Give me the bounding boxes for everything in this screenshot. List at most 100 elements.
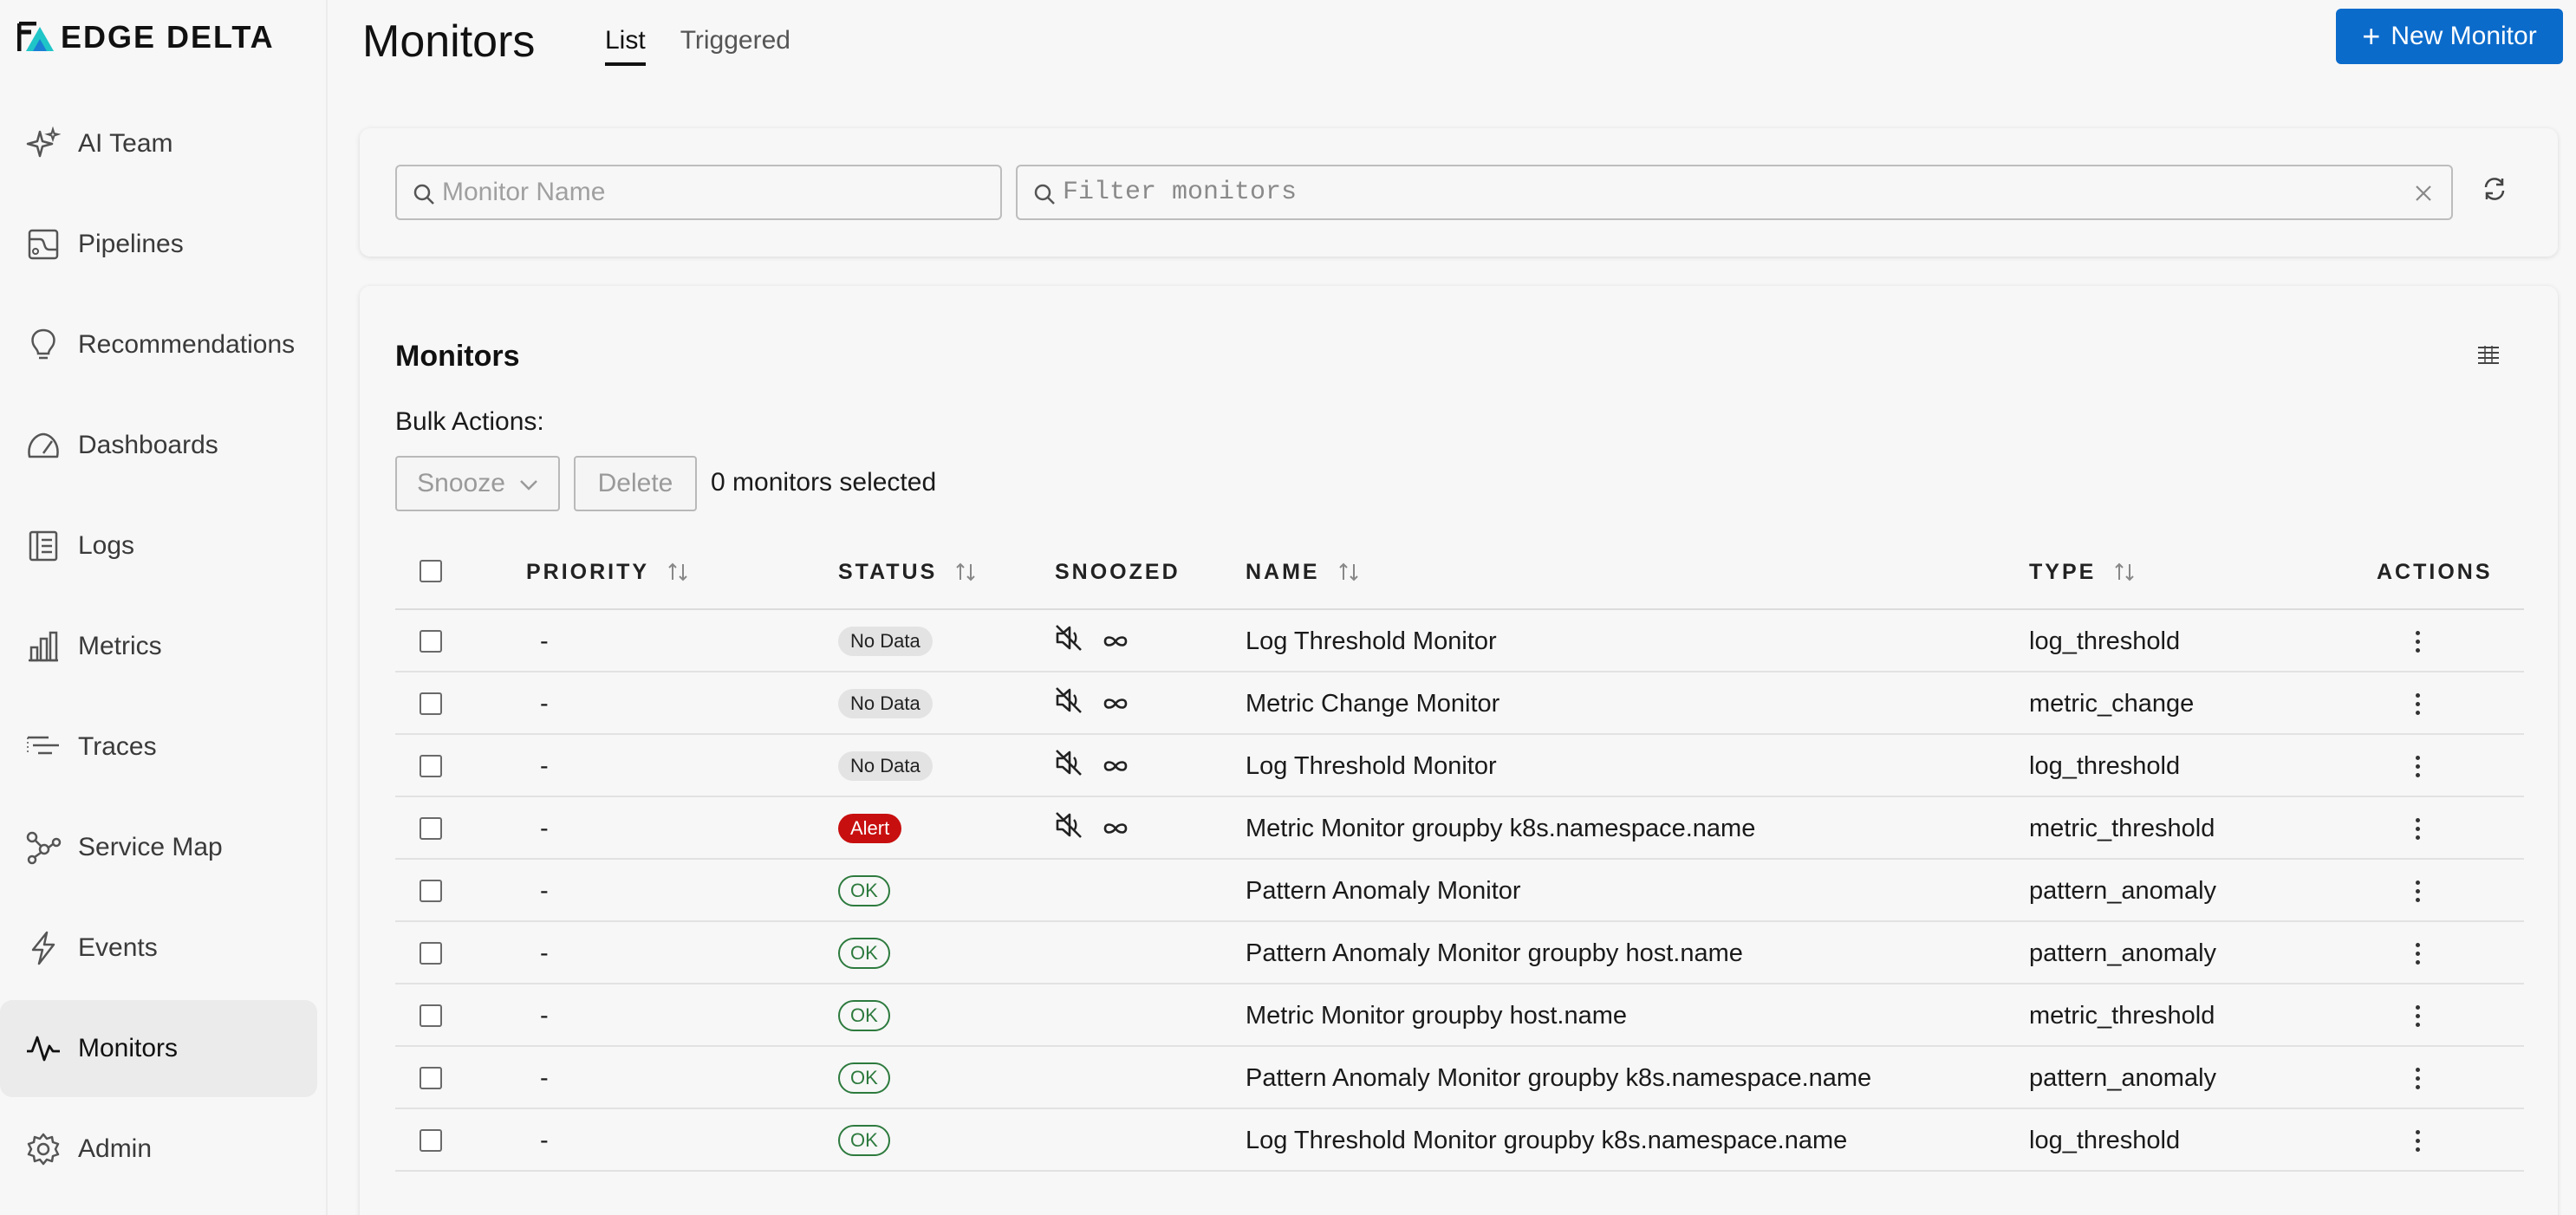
filter-panel (360, 128, 2558, 257)
delete-button[interactable]: Delete (574, 456, 697, 511)
status-badge: OK (838, 1125, 890, 1156)
row-checkbox[interactable] (420, 817, 442, 840)
muted-icon (1055, 624, 1090, 659)
columns-icon[interactable] (2477, 345, 2500, 368)
type-cell: log_threshold (2029, 751, 2181, 780)
kebab-menu-icon[interactable] (2416, 1004, 2420, 1027)
status-badge: Alert (838, 814, 902, 843)
sort-icon (954, 561, 977, 583)
table-row[interactable]: - No Data Log Threshold Monitor log_thresho… (395, 610, 2524, 672)
select-all-checkbox[interactable] (420, 560, 442, 582)
col-status-label: STATUS (838, 559, 938, 584)
table-row[interactable]: - OK Pattern Anomaly Monitor pattern_anomal… (395, 860, 2524, 922)
row-checkbox[interactable] (420, 1129, 442, 1152)
monitor-name-cell[interactable]: Metric Monitor groupby k8s.namespace.nam… (1246, 797, 1755, 860)
sidebar-item-service-map[interactable]: Service Map (0, 799, 317, 896)
status-cell: OK (838, 1047, 890, 1109)
sidebar-item-logs[interactable]: Logs (0, 497, 317, 595)
row-checkbox[interactable] (420, 942, 442, 965)
row-actions-cell (2416, 735, 2420, 797)
status-badge: OK (838, 1000, 890, 1031)
sidebar-item-label: Metrics (78, 632, 162, 660)
table-row[interactable]: - No Data Log Threshold Monitor log_thresho… (395, 735, 2524, 797)
row-actions-cell (2416, 922, 2420, 984)
sidebar-item-monitors[interactable]: Monitors (0, 1000, 317, 1097)
monitor-name-cell[interactable]: Metric Change Monitor (1246, 672, 1499, 735)
col-type[interactable]: TYPE (2029, 536, 2136, 608)
monitor-name-cell[interactable]: Log Threshold Monitor groupby k8s.namesp… (1246, 1109, 1847, 1172)
row-checkbox[interactable] (420, 880, 442, 902)
row-actions-cell (2416, 860, 2420, 922)
kebab-menu-icon[interactable] (2416, 1129, 2420, 1152)
sidebar-item-label: AI Team (78, 129, 173, 158)
table-row[interactable]: - OK Pattern Anomaly Monitor groupby host.… (395, 922, 2524, 984)
kebab-menu-icon[interactable] (2416, 692, 2420, 715)
clear-filter-icon[interactable] (2413, 181, 2434, 211)
kebab-menu-icon[interactable] (2416, 755, 2420, 777)
filter-monitors-search[interactable] (1016, 165, 2453, 220)
sidebar-item-pipelines[interactable]: Pipelines (0, 196, 317, 293)
monitor-name-cell[interactable]: Log Threshold Monitor (1246, 735, 1497, 797)
infinity-icon (1102, 627, 1129, 656)
table-row[interactable]: - No Data Metric Change Monitor metric_chan… (395, 672, 2524, 735)
kebab-menu-icon[interactable] (2416, 1067, 2420, 1089)
priority-cell: - (540, 627, 549, 655)
status-cell: OK (838, 922, 890, 984)
priority-cell: - (540, 689, 549, 718)
monitor-name-input[interactable] (442, 178, 1000, 207)
col-name[interactable]: NAME (1246, 536, 1360, 608)
monitor-name-cell[interactable]: Pattern Anomaly Monitor groupby host.nam… (1246, 922, 1743, 984)
row-checkbox[interactable] (420, 630, 442, 653)
row-checkbox[interactable] (420, 1004, 442, 1027)
snooze-dropdown[interactable]: Snooze (395, 456, 560, 511)
col-priority[interactable]: PRIORITY (526, 536, 689, 608)
search-icon (413, 183, 435, 210)
sidebar-item-traces[interactable]: Traces (0, 698, 317, 796)
kebab-menu-icon[interactable] (2416, 942, 2420, 965)
kebab-menu-icon[interactable] (2416, 817, 2420, 840)
tab-list[interactable]: List (605, 26, 646, 66)
col-status[interactable]: STATUS (838, 536, 977, 608)
monitor-name-cell[interactable]: Metric Monitor groupby host.name (1246, 984, 1627, 1047)
sidebar-item-dashboards[interactable]: Dashboards (0, 397, 317, 494)
sparkles-icon (24, 125, 62, 163)
priority-cell: - (540, 1126, 549, 1154)
table-row[interactable]: - OK Pattern Anomaly Monitor groupby k8s.n… (395, 1047, 2524, 1109)
row-checkbox[interactable] (420, 692, 442, 715)
tab-triggered[interactable]: Triggered (680, 26, 790, 66)
filter-monitors-input[interactable] (1063, 178, 2451, 207)
monitor-name-cell[interactable]: Pattern Anomaly Monitor (1246, 860, 1521, 922)
sidebar-item-label: Pipelines (78, 230, 184, 258)
new-monitor-button[interactable]: + New Monitor (2336, 9, 2563, 64)
row-checkbox[interactable] (420, 1067, 442, 1089)
sidebar: EDGE DELTA AI Team Pipelines Recommendat… (0, 0, 328, 1215)
refresh-icon[interactable] (2481, 175, 2508, 207)
sidebar-item-admin[interactable]: Admin (0, 1101, 317, 1198)
row-actions-cell (2416, 672, 2420, 735)
edge-delta-logo[interactable]: EDGE DELTA (17, 16, 275, 59)
col-priority-label: PRIORITY (526, 559, 650, 584)
table-row[interactable]: - OK Log Threshold Monitor groupby k8s.nam… (395, 1109, 2524, 1172)
priority-cell: - (540, 751, 549, 780)
monitor-name-cell[interactable]: Log Threshold Monitor (1246, 610, 1497, 672)
bulk-actions-label: Bulk Actions: (395, 407, 544, 436)
monitor-name-search[interactable] (395, 165, 1002, 220)
status-badge: OK (838, 875, 890, 906)
kebab-menu-icon[interactable] (2416, 880, 2420, 902)
kebab-menu-icon[interactable] (2416, 630, 2420, 653)
section-title: Monitors (395, 340, 520, 373)
row-actions-cell (2416, 1109, 2420, 1172)
row-checkbox[interactable] (420, 755, 442, 777)
monitor-name-cell[interactable]: Pattern Anomaly Monitor groupby k8s.name… (1246, 1047, 1871, 1109)
status-badge: OK (838, 938, 890, 969)
sidebar-item-ai-team[interactable]: AI Team (0, 95, 317, 192)
sidebar-item-events[interactable]: Events (0, 900, 317, 997)
logo-mark-icon (17, 22, 54, 51)
sidebar-item-recommendations[interactable]: Recommendations (0, 296, 317, 393)
table-row[interactable]: - Alert Metric Monitor groupby k8s.namespa… (395, 797, 2524, 860)
sidebar-item-metrics[interactable]: Metrics (0, 598, 317, 695)
status-cell: No Data (838, 610, 933, 672)
table-row[interactable]: - OK Metric Monitor groupby host.name metri… (395, 984, 2524, 1047)
traces-icon (24, 728, 62, 766)
sort-icon (1337, 561, 1360, 583)
